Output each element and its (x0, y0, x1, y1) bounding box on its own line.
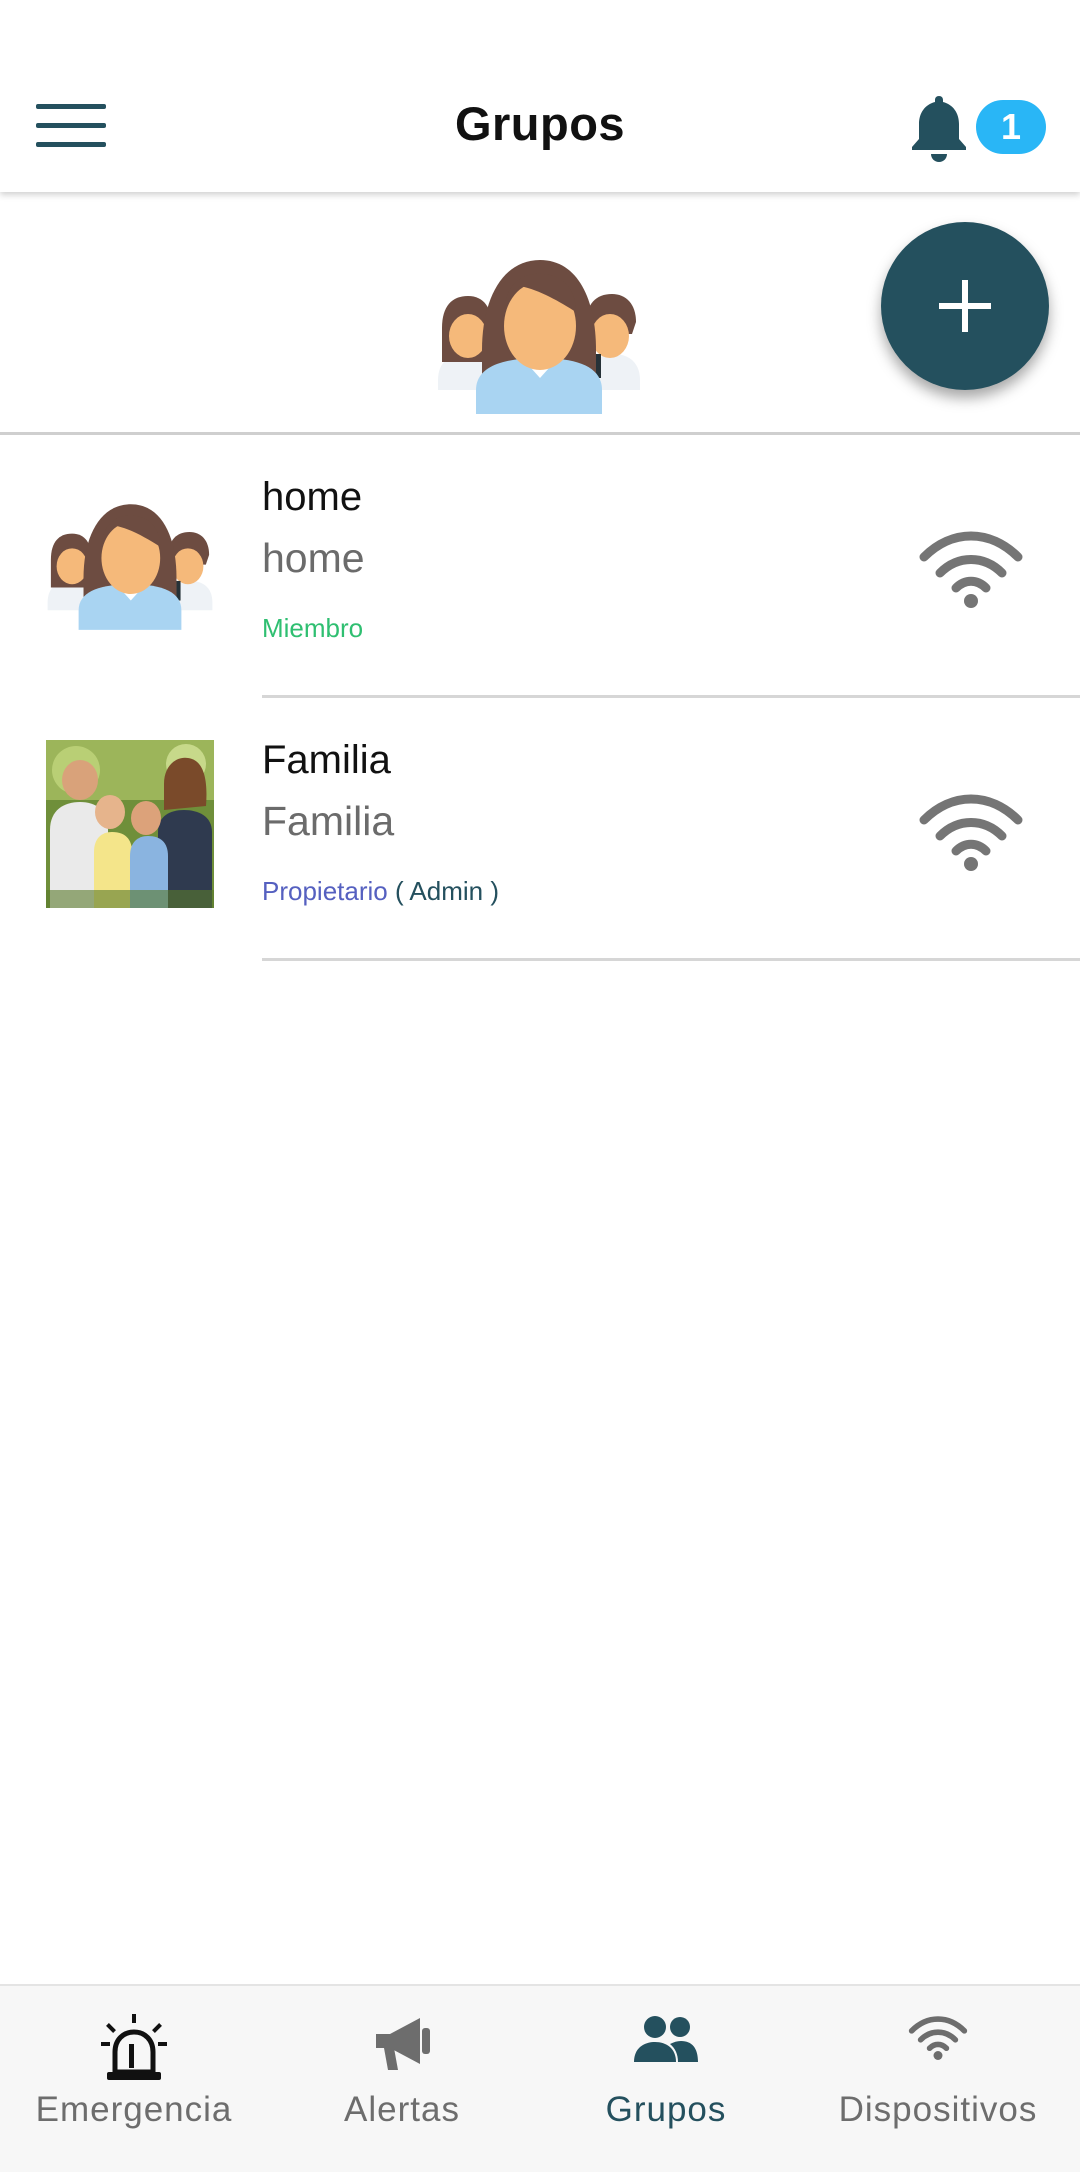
wifi-icon[interactable] (918, 527, 1024, 609)
nav-item-alertas[interactable]: Alertas (268, 1986, 536, 2172)
nav-label: Emergencia (35, 2090, 233, 2129)
group-name: Familia (262, 738, 391, 782)
wifi-icon (908, 2016, 968, 2060)
group-photo (46, 740, 214, 908)
group-subtitle: Familia (262, 798, 395, 844)
nav-label: Grupos (605, 2090, 727, 2129)
role-label: Propietario (262, 876, 388, 906)
group-name: home (262, 475, 363, 519)
people-icon (634, 2016, 698, 2062)
plus-icon (939, 280, 991, 332)
wifi-icon[interactable] (918, 790, 1024, 872)
app-header: Grupos 1 (0, 0, 1080, 192)
bell-icon[interactable] (908, 92, 970, 162)
group-subtitle: home (262, 535, 365, 581)
notification-badge[interactable]: 1 (976, 100, 1046, 154)
nav-item-emergencia[interactable]: Emergencia (0, 1986, 268, 2172)
group-illustration (436, 250, 642, 414)
bottom-navigation: Emergencia Alertas Grupos Dispositivos (0, 1984, 1080, 2172)
nav-label: Alertas (344, 2090, 460, 2129)
role-label: Miembro (262, 613, 364, 643)
add-group-button[interactable] (881, 222, 1049, 390)
nav-label: Dispositivos (838, 2090, 1038, 2129)
group-role: Propietario ( Admin ) (262, 876, 499, 907)
role-admin-suffix: ( Admin ) (387, 876, 499, 906)
megaphone-icon (376, 2018, 430, 2070)
group-role: Miembro (262, 613, 363, 644)
list-item[interactable]: Familia Familia Propietario ( Admin ) (0, 698, 1080, 961)
group-avatar (46, 477, 214, 645)
nav-item-grupos[interactable]: Grupos (536, 1986, 796, 2172)
siren-icon (101, 2014, 167, 2080)
nav-item-dispositivos[interactable]: Dispositivos (796, 1986, 1080, 2172)
list-item[interactable]: home home Miembro (0, 435, 1080, 698)
row-divider (262, 958, 1080, 961)
